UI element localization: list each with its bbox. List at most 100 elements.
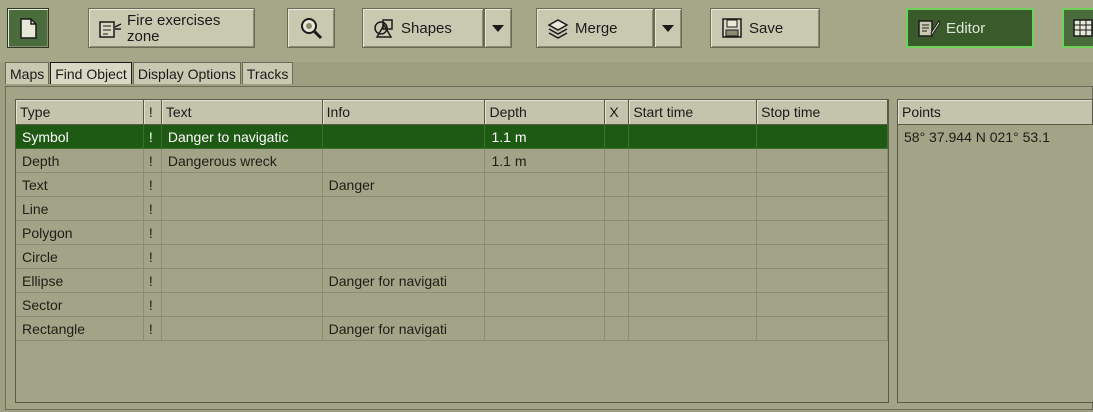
zone-button[interactable]: Fire exercises zone (88, 8, 255, 48)
cell-type: Sector (16, 293, 144, 317)
cell-stop-time (757, 269, 888, 293)
cell-text (161, 173, 323, 197)
column-header-text[interactable]: Text (161, 100, 323, 125)
table-header: Type ! Text Info Depth X Start time Stop… (16, 100, 888, 125)
cell-info: Danger (322, 173, 486, 197)
cell-info: Danger for navigati (322, 317, 486, 341)
cell-x (605, 197, 630, 221)
cell-type: Polygon (16, 221, 144, 245)
merge-button[interactable]: Merge (536, 8, 654, 48)
table-row[interactable]: Symbol! Danger to navigatic 1.1 m (16, 125, 888, 149)
cell-x (605, 245, 630, 269)
table-row[interactable]: Polygon! (16, 221, 888, 245)
cell-info (322, 125, 486, 149)
save-button[interactable]: Save (710, 8, 820, 48)
cell-depth (485, 173, 606, 197)
merge-dropdown[interactable] (654, 8, 682, 48)
column-header-flag[interactable]: ! (143, 100, 162, 125)
column-header-points[interactable]: Points (898, 100, 1093, 125)
cell-text (161, 293, 323, 317)
column-header-info[interactable]: Info (322, 100, 486, 125)
points-list: Points 58° 37.944 N 021° 53.1 (897, 99, 1093, 403)
cell-depth: 1.1 m (485, 149, 606, 173)
editor-label: Editor (946, 19, 986, 37)
point-coordinate: 58° 37.944 N 021° 53.1 (904, 129, 1050, 145)
cell-depth (485, 317, 606, 341)
cell-x (605, 125, 630, 149)
cell-type: Ellipse (16, 269, 144, 293)
table-row[interactable]: Rectangle! Danger for navigati (16, 317, 888, 341)
table-row[interactable]: Circle! (16, 245, 888, 269)
cell-flag: ! (143, 293, 162, 317)
tab-tracks[interactable]: Tracks (241, 62, 294, 84)
cell-text (161, 269, 323, 293)
cell-flag: ! (143, 197, 162, 221)
cell-stop-time (757, 125, 888, 149)
shapes-dropdown[interactable] (484, 8, 512, 48)
cell-depth (485, 197, 606, 221)
cell-info (322, 245, 486, 269)
cell-flag: ! (143, 317, 162, 341)
cell-text (161, 245, 323, 269)
zoom-search-button[interactable] (287, 8, 335, 48)
table-row[interactable]: Line! (16, 197, 888, 221)
cell-start-time (629, 293, 758, 317)
toolbar: Fire exercises zone Shapes Merge Save Ed… (0, 0, 1093, 62)
cell-start-time (629, 317, 758, 341)
cell-depth (485, 269, 606, 293)
table-row[interactable]: Sector! (16, 293, 888, 317)
cell-stop-time (757, 173, 888, 197)
cell-stop-time (757, 293, 888, 317)
table-row[interactable]: Depth! Dangerous wreck 1.1 m (16, 149, 888, 173)
save-label: Save (749, 19, 784, 37)
column-header-start-time[interactable]: Start time (629, 100, 758, 125)
editor-button[interactable]: Editor (906, 8, 1034, 48)
tab-display-options[interactable]: Display Options (132, 62, 241, 84)
cell-x (605, 173, 630, 197)
tab-find-object[interactable]: Find Object (50, 62, 132, 84)
cell-info (322, 197, 486, 221)
cell-stop-time (757, 149, 888, 173)
column-header-stop-time[interactable]: Stop time (757, 100, 888, 125)
cell-info (322, 293, 486, 317)
cell-depth (485, 293, 606, 317)
tab-maps[interactable]: Maps (5, 62, 50, 84)
cell-type: Depth (16, 149, 144, 173)
column-header-depth[interactable]: Depth (485, 100, 606, 125)
new-object-button[interactable] (7, 8, 49, 48)
shapes-icon (371, 17, 397, 39)
cell-text (161, 197, 323, 221)
column-header-type[interactable]: Type (16, 100, 144, 125)
cell-flag: ! (143, 149, 162, 173)
table-row[interactable]: Ellipse! Danger for navigati (16, 269, 888, 293)
merge-label: Merge (575, 19, 618, 37)
cell-start-time (629, 269, 758, 293)
cell-text: Danger to navigatic (161, 125, 323, 149)
cell-stop-time (757, 197, 888, 221)
zone-button-label: Fire exercises zone (127, 12, 221, 45)
shapes-label: Shapes (401, 19, 452, 37)
points-header: Points (898, 100, 1093, 125)
table-view-button[interactable] (1062, 8, 1093, 48)
cell-flag: ! (143, 173, 162, 197)
table-row[interactable]: Text! Danger (16, 173, 888, 197)
column-header-x[interactable]: X (605, 100, 630, 125)
tab-bar: Maps Find Object Display Options Tracks (5, 62, 294, 86)
shapes-button[interactable]: Shapes (362, 8, 484, 48)
cell-flag: ! (143, 221, 162, 245)
cell-depth (485, 245, 606, 269)
cell-x (605, 293, 630, 317)
cell-start-time (629, 125, 758, 149)
cell-flag: ! (143, 125, 162, 149)
cell-info (322, 221, 486, 245)
objects-table: Type ! Text Info Depth X Start time Stop… (15, 99, 889, 403)
editor-icon (916, 17, 942, 39)
cell-start-time (629, 149, 758, 173)
chevron-down-icon (662, 24, 674, 32)
cell-flag: ! (143, 245, 162, 269)
cell-type: Circle (16, 245, 144, 269)
list-item[interactable]: 58° 37.944 N 021° 53.1 (898, 125, 1093, 149)
cell-depth (485, 221, 606, 245)
cell-start-time (629, 221, 758, 245)
cell-x (605, 149, 630, 173)
